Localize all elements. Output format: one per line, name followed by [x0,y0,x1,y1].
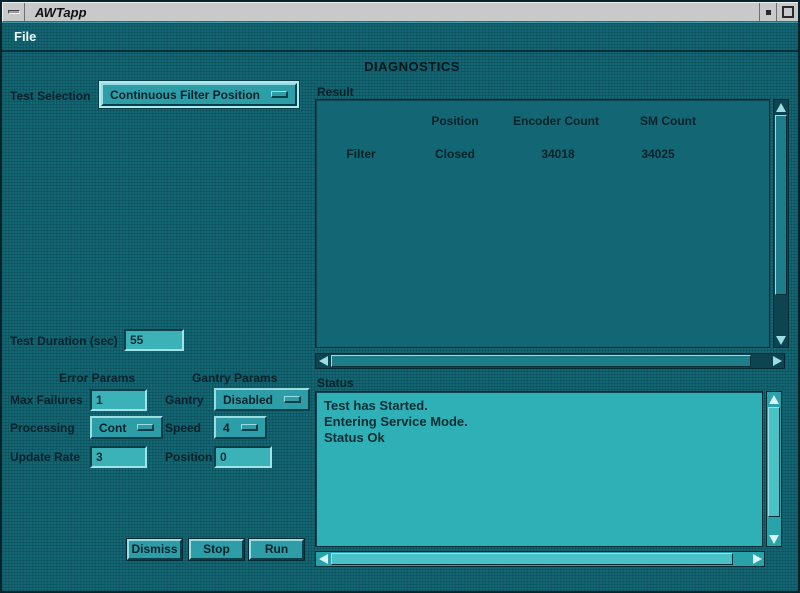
speed-value: 4 [223,421,230,435]
gantry-dropdown[interactable]: Disabled [214,388,310,411]
minimize-button[interactable] [760,3,776,21]
result-row-encoder-count: 34018 [541,147,574,161]
run-button[interactable]: Run [249,539,304,560]
option-menu-dash-icon [271,91,288,98]
result-panel: Position Encoder Count SM Count Filter C… [315,99,770,348]
status-vscroll-down-arrow[interactable] [767,532,781,546]
dismiss-button[interactable]: Dismiss [127,539,182,560]
status-text: Test has Started. Entering Service Mode.… [324,398,468,446]
status-hscrollbar[interactable] [315,551,765,567]
result-row-sm-count: 34025 [641,147,674,161]
window-title: AWTapp [25,3,759,21]
gantry-label: Gantry [165,393,204,407]
result-hscrollbar[interactable] [315,353,785,369]
result-col-position: Position [431,114,478,128]
result-col-encoder-count: Encoder Count [513,114,599,128]
speed-dropdown[interactable]: 4 [214,416,267,439]
status-vscrollbar[interactable] [766,391,782,547]
gantry-params-header: Gantry Params [192,371,277,385]
result-hscroll-thumb[interactable] [331,355,751,367]
max-failures-label: Max Failures [10,393,83,407]
result-row-position: Closed [435,147,475,161]
test-duration-label: Test Duration (sec) [10,334,118,348]
status-panel[interactable]: Test has Started. Entering Service Mode.… [315,391,763,547]
result-hscroll-left-arrow[interactable] [316,354,330,368]
maximize-icon [782,6,794,18]
speed-label: Speed [165,421,201,435]
max-failures-input[interactable] [90,389,147,411]
result-hscroll-right-arrow[interactable] [770,354,784,368]
test-duration-input[interactable] [124,329,184,351]
result-vscroll-down-arrow[interactable] [774,333,788,347]
processing-label: Processing [10,421,75,435]
result-vscrollbar[interactable] [773,99,789,348]
test-selection-dropdown[interactable]: Continuous Filter Position [101,83,297,106]
status-hscroll-thumb[interactable] [331,553,733,565]
page-title: DIAGNOSTICS [302,59,522,74]
error-params-header: Error Params [59,371,135,385]
status-hscroll-left-arrow[interactable] [316,552,330,566]
result-row-name: Filter [346,147,375,161]
app-window: AWTapp File DIAGNOSTICS Test Selection C… [0,0,800,593]
status-line: Test has Started. [324,398,468,414]
window-menu-button[interactable] [3,3,25,21]
position-input[interactable] [214,446,272,468]
menubar: File [2,22,798,52]
minimize-icon [766,10,771,15]
processing-dropdown[interactable]: Cont [90,416,163,439]
status-label: Status [317,376,354,390]
option-menu-dash-icon [137,424,154,431]
update-rate-input[interactable] [90,446,147,468]
update-rate-label: Update Rate [10,450,80,464]
result-col-sm-count: SM Count [640,114,696,128]
status-line: Entering Service Mode. [324,414,468,430]
status-vscroll-thumb[interactable] [768,407,780,517]
option-menu-dash-icon [241,424,258,431]
result-vscroll-up-arrow[interactable] [774,100,788,114]
menu-file[interactable]: File [2,23,42,44]
status-hscroll-right-arrow[interactable] [750,552,764,566]
status-line: Status Ok [324,430,468,446]
position-label: Position [165,450,212,464]
window-menu-dash-icon [8,10,20,14]
processing-value: Cont [99,421,126,435]
stop-button[interactable]: Stop [189,539,244,560]
titlebar[interactable]: AWTapp [2,2,798,22]
maximize-button[interactable] [776,3,798,21]
result-vscroll-thumb[interactable] [775,115,787,295]
test-selection-value: Continuous Filter Position [110,88,260,102]
gantry-value: Disabled [223,393,273,407]
result-label: Result [317,85,354,99]
test-selection-label: Test Selection [10,89,90,103]
option-menu-dash-icon [284,396,301,403]
status-vscroll-up-arrow[interactable] [767,392,781,406]
